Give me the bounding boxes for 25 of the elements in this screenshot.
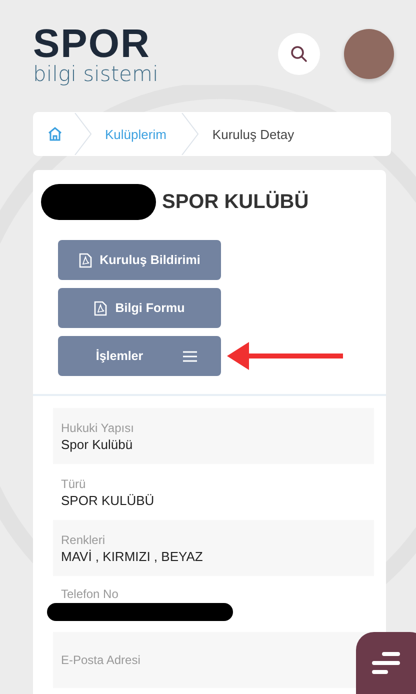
menu-icon [372, 652, 400, 674]
action-button[interactable]: İşlemler [58, 336, 221, 376]
field-label: Türü [61, 476, 87, 490]
logo-wordmark: SPOR [33, 24, 150, 64]
field-value: SPOR KULÜBÜ [61, 492, 156, 508]
breadcrumb-item[interactable]: Kuruluş Detay [212, 126, 294, 142]
club-title: SPOR KULÜBÜ [162, 190, 309, 214]
action-button[interactable]: Kuruluş Bildirimi [58, 240, 221, 280]
field-label: E-Posta Adresi [61, 653, 142, 667]
field-value: Spor Kulübü [61, 436, 134, 452]
home-link[interactable] [47, 126, 63, 142]
search-button[interactable] [278, 33, 320, 75]
menu-icon [183, 350, 198, 362]
field-label: Hukuki Yapısı [61, 420, 135, 434]
field-label: Renkleri [61, 532, 106, 546]
logo-tagline: bilgi sistemi [33, 64, 160, 84]
search-icon [290, 45, 308, 63]
breadcrumb-item[interactable]: Kulüplerim [105, 126, 166, 142]
field-value: MAVİ , KIRMIZI , BEYAZ [61, 548, 204, 564]
pdf-file-icon [94, 300, 108, 316]
field-label: Telefon No [61, 587, 120, 601]
action-button[interactable]: Bilgi Formu [58, 288, 221, 328]
pdf-file-icon [78, 252, 92, 268]
home-icon [47, 126, 63, 142]
avatar[interactable] [344, 29, 394, 79]
